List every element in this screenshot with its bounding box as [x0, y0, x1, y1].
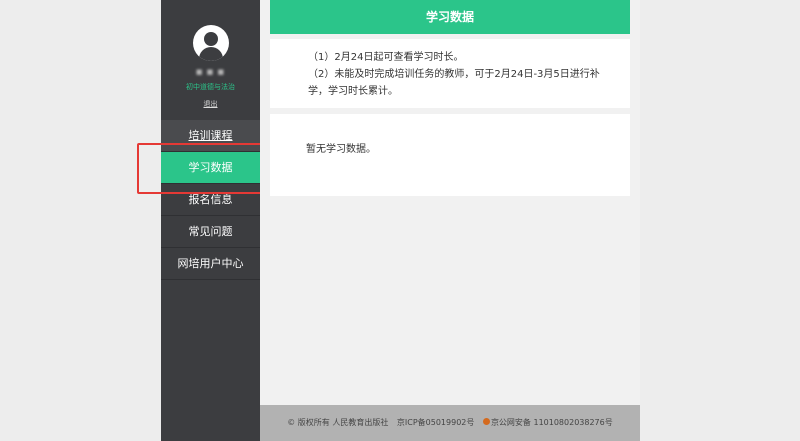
- learning-data-content: 暂无学习数据。: [270, 114, 630, 196]
- police-link[interactable]: 京公网安备 11010802038276号: [491, 418, 613, 427]
- notice-line-2: （2）未能及时完成培训任务的教师，可于2月24日-3月5日进行补学，学习时长累计…: [308, 69, 600, 97]
- page-title: 学习数据: [270, 0, 630, 34]
- logout-link[interactable]: 退出: [161, 99, 260, 109]
- police-badge-icon: [482, 418, 490, 425]
- icp-link[interactable]: 京ICP备05019902号: [397, 418, 475, 427]
- main-panel: 学习数据 （1）2月24日起可查看学习时长。 （2）未能及时完成培训任务的教师，…: [260, 0, 640, 441]
- empty-message: 暂无学习数据。: [306, 144, 376, 155]
- user-avatar-icon: [193, 25, 229, 61]
- notice-box: （1）2月24日起可查看学习时长。 （2）未能及时完成培训任务的教师，可于2月2…: [270, 39, 630, 108]
- user-profile: ■ ■ ■ 初中道德与法治 退出: [161, 0, 260, 120]
- sidebar-item-faq[interactable]: 常见问题: [161, 216, 260, 248]
- highlight-box: [137, 143, 271, 194]
- sidebar: ■ ■ ■ 初中道德与法治 退出 培训课程 学习数据 报名信息 常见问题 网培用…: [161, 0, 260, 441]
- sidebar-item-user-center[interactable]: 网培用户中心: [161, 248, 260, 280]
- notice-line-1: （1）2月24日起可查看学习时长。: [308, 52, 464, 63]
- footer: © 版权所有 人民教育出版社 京ICP备05019902号 京公网安备 1101…: [260, 405, 640, 441]
- user-name: ■ ■ ■: [195, 68, 226, 76]
- user-subject: 初中道德与法治: [186, 83, 235, 91]
- copyright-text: © 版权所有 人民教育出版社: [287, 418, 389, 427]
